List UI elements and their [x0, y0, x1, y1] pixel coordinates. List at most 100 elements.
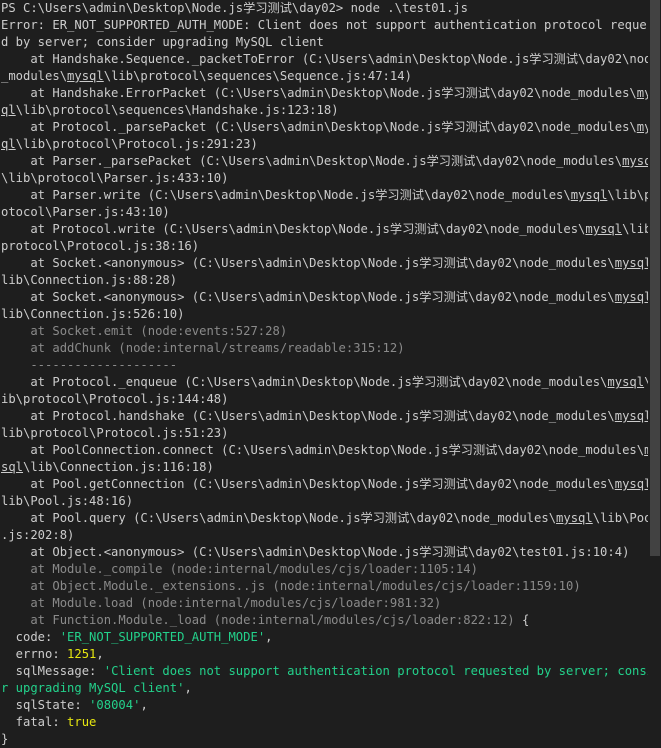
terminal-line: at Socket.emit (node:events:527:28)	[1, 323, 648, 340]
terminal-text-segment: at Protocol._parsePacket (C:\Users\admin…	[1, 120, 637, 134]
terminal-line: at PoolConnection.connect (C:\Users\admi…	[1, 442, 648, 459]
terminal-line: at Object.Module._extensions..js (node:i…	[1, 578, 648, 595]
terminal-line: ql\lib\protocol\Protocol.js:291:23)	[1, 136, 648, 153]
terminal-line: ql\lib\protocol\sequences\Handshake.js:1…	[1, 102, 648, 119]
terminal-line: }	[1, 731, 648, 748]
terminal-line: Error: ER_NOT_SUPPORTED_AUTH_MODE: Clien…	[1, 17, 648, 34]
terminal-text-segment: mysql	[570, 188, 608, 202]
terminal-text-segment: \lib\Connection.js:116:18)	[23, 460, 214, 474]
terminal-line: PS C:\Users\admin\Desktop\Node.js学习测试\da…	[1, 0, 648, 17]
terminal-text-segment: PS C:\Users\admin\Desktop\Node.js学习测试\da…	[1, 1, 468, 15]
terminal-line: lib\Connection.js:526:10)	[1, 306, 648, 323]
terminal-text-segment: mys	[636, 86, 648, 100]
terminal-text-segment: at addChunk (node:internal/streams/reada…	[1, 341, 405, 355]
terminal-output[interactable]: PS C:\Users\admin\Desktop\Node.js学习测试\da…	[0, 0, 648, 746]
terminal-text-segment: at Pool.query (C:\Users\admin\Desktop\No…	[1, 511, 557, 525]
terminal-line: at Handshake.Sequence._packetToError (C:…	[1, 51, 648, 68]
terminal-line: protocol\Protocol.js:38:16)	[1, 238, 648, 255]
terminal-text-segment: ib\protocol\Protocol.js:144:48)	[1, 392, 229, 406]
terminal-line: at Handshake.ErrorPacket (C:\Users\admin…	[1, 85, 648, 102]
terminal-text-segment: mysql	[585, 222, 623, 236]
terminal-text-segment: \lib\protocol\sequences\Sequence.js:47:1…	[103, 69, 412, 83]
terminal-text-segment: at Object.<anonymous> (C:\Users\admin\De…	[1, 545, 630, 559]
terminal-text-segment: ql	[1, 137, 16, 151]
terminal-text-segment: 1251	[67, 647, 97, 661]
terminal-text-segment: at Handshake.ErrorPacket (C:\Users\admin…	[1, 86, 637, 100]
terminal-text-segment: {	[514, 613, 530, 627]
terminal-line: r upgrading MySQL client',	[1, 680, 648, 697]
terminal-text-segment: at Module.load (node:internal/modules/cj…	[1, 596, 442, 610]
terminal-text-segment: lib\protocol\Protocol.js:51:23)	[1, 426, 229, 440]
terminal-text-segment: at Parser.write (C:\Users\admin\Desktop\…	[1, 188, 571, 202]
terminal-text-segment: at Module._compile (node:internal/module…	[1, 562, 478, 576]
scrollbar-thumb[interactable]	[650, 0, 660, 556]
terminal-text-segment: mysql	[622, 154, 648, 168]
terminal-text-segment: sql	[1, 460, 24, 474]
terminal-text-segment: fatal:	[1, 715, 68, 729]
terminal-line: at Protocol.handshake (C:\Users\admin\De…	[1, 408, 648, 425]
terminal-text-segment: at Socket.<anonymous> (C:\Users\admin\De…	[1, 290, 615, 304]
terminal-line: _modules\mysql\lib\protocol\sequences\Se…	[1, 68, 648, 85]
terminal-text-segment: at Function.Module._load (node:internal/…	[1, 613, 515, 627]
terminal-text-segment: at Socket.<anonymous> (C:\Users\admin\De…	[1, 256, 615, 270]
terminal-text-segment: \lib\protocol\sequences\Handshake.js:123…	[15, 103, 339, 117]
terminal-text-segment: at Parser._parsePacket (C:\Users\admin\D…	[1, 154, 623, 168]
terminal-text-segment: \l	[644, 375, 648, 389]
terminal-line: ib\protocol\Protocol.js:144:48)	[1, 391, 648, 408]
terminal-text-segment: my	[644, 443, 648, 457]
terminal-text-segment: ,	[184, 681, 192, 695]
terminal-text-segment: mys	[636, 120, 648, 134]
terminal-text-segment: at Protocol._enqueue (C:\Users\admin\Des…	[1, 375, 608, 389]
terminal-text-segment: mysql	[556, 511, 593, 525]
terminal-text-segment: true	[67, 715, 97, 729]
terminal-text-segment: mysql	[614, 409, 648, 423]
terminal-text-segment: at Protocol.write (C:\Users\admin\Deskto…	[1, 222, 586, 236]
terminal-line: fatal: true	[1, 714, 648, 731]
terminal-text-segment: lib\Connection.js:526:10)	[1, 307, 185, 321]
terminal-text-segment: '08004'	[89, 698, 141, 712]
terminal-line: \lib\protocol\Parser.js:433:10)	[1, 170, 648, 187]
terminal-line: lib\protocol\Protocol.js:51:23)	[1, 425, 648, 442]
terminal-line: at Protocol.write (C:\Users\admin\Deskto…	[1, 221, 648, 238]
terminal-line: at Pool.getConnection (C:\Users\admin\De…	[1, 476, 648, 493]
terminal-text-segment: errno:	[1, 647, 68, 661]
terminal-text-segment: lib\Connection.js:88:28)	[1, 273, 178, 287]
terminal-line: at Pool.query (C:\Users\admin\Desktop\No…	[1, 510, 648, 527]
terminal-text-segment: mysql	[607, 375, 645, 389]
terminal-line: at Protocol._parsePacket (C:\Users\admin…	[1, 119, 648, 136]
terminal-text-segment: at Socket.emit (node:events:527:28)	[1, 324, 288, 338]
terminal-line: at Socket.<anonymous> (C:\Users\admin\De…	[1, 255, 648, 272]
terminal-line: sql\lib\Connection.js:116:18)	[1, 459, 648, 476]
terminal-text-segment: r upgrading MySQL client'	[1, 681, 185, 695]
terminal-text-segment: _modules\	[1, 69, 68, 83]
terminal-text-segment: ,	[140, 698, 148, 712]
terminal-text-segment: protocol\Protocol.js:38:16)	[1, 239, 200, 253]
terminal-text-segment: \lib\Pool	[592, 511, 648, 525]
terminal-line: d by server; consider upgrading MySQL cl…	[1, 34, 648, 51]
terminal-text-segment: at PoolConnection.connect (C:\Users\admi…	[1, 443, 645, 457]
terminal-text-segment: mysql	[614, 477, 648, 491]
terminal-text-segment: 'Client does not support authentication …	[103, 664, 648, 678]
terminal-text-segment: mysql	[67, 69, 104, 83]
terminal-line: sqlState: '08004',	[1, 697, 648, 714]
terminal-line: --------------------	[1, 357, 648, 374]
terminal-text-segment: mysql	[614, 256, 648, 270]
terminal-text-segment: otocol\Parser.js:43:10)	[1, 205, 170, 219]
terminal-text-segment: 'ER_NOT_SUPPORTED_AUTH_MODE'	[59, 630, 266, 644]
terminal-scrollbar[interactable]	[649, 0, 661, 743]
terminal-line: at Function.Module._load (node:internal/…	[1, 612, 648, 629]
terminal-text-segment: d by server; consider upgrading MySQL cl…	[1, 35, 324, 49]
terminal-text-segment: \lib\pr	[607, 188, 648, 202]
terminal-line: .js:202:8)	[1, 527, 648, 544]
terminal-line: at Parser._parsePacket (C:\Users\admin\D…	[1, 153, 648, 170]
terminal-text-segment: at Protocol.handshake (C:\Users\admin\De…	[1, 409, 615, 423]
terminal-text-segment: ,	[96, 647, 104, 661]
terminal-text-segment: .js:202:8)	[1, 528, 75, 542]
terminal-text-segment: ,	[265, 630, 273, 644]
terminal-text-segment: ql	[1, 103, 16, 117]
terminal-line: code: 'ER_NOT_SUPPORTED_AUTH_MODE',	[1, 629, 648, 646]
terminal-text-segment: \lib\protocol\Parser.js:433:10)	[1, 171, 229, 185]
terminal-line: errno: 1251,	[1, 646, 648, 663]
terminal-text-segment: code:	[1, 630, 60, 644]
terminal-text-segment: \lib\protocol\Protocol.js:291:23)	[15, 137, 258, 151]
